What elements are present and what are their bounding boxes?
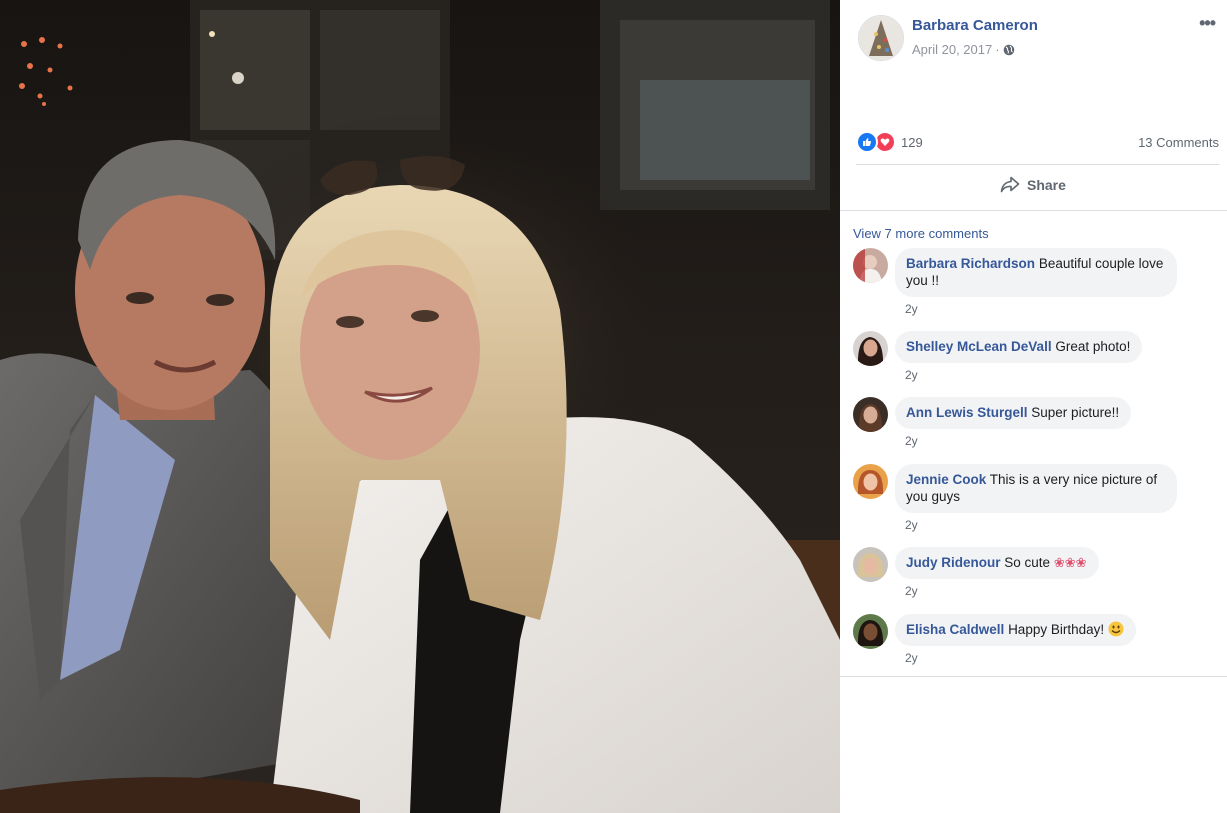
comment-text: So cute: [1004, 555, 1051, 570]
comment-timestamp[interactable]: 2y: [905, 584, 918, 598]
more-options-icon[interactable]: •••: [1199, 14, 1216, 32]
share-arrow-icon: [1000, 176, 1020, 193]
commenter-name[interactable]: Elisha Caldwell: [906, 622, 1004, 637]
commenter-avatar[interactable]: [853, 248, 888, 283]
commenter-avatar[interactable]: [853, 614, 888, 649]
commenter-avatar[interactable]: [853, 464, 888, 499]
post-date[interactable]: April 20, 2017: [912, 42, 992, 57]
commenter-avatar[interactable]: [853, 547, 888, 582]
comment-text: Happy Birthday!: [1008, 622, 1105, 637]
author-avatar[interactable]: [858, 15, 904, 61]
reaction-count[interactable]: 129: [901, 135, 923, 150]
comment-bubble: Barbara Richardson Beautiful couple love…: [895, 248, 1177, 297]
post-author-name[interactable]: Barbara Cameron: [912, 17, 1038, 34]
comments-count-link[interactable]: 13 Comments: [1138, 135, 1219, 150]
flower-emoji: ❀❀❀: [1053, 555, 1087, 570]
commenter-avatar[interactable]: [853, 397, 888, 432]
reactions-summary[interactable]: 129: [856, 131, 923, 153]
comment-text: Great photo!: [1055, 339, 1131, 354]
smile-emoji-icon: [1108, 621, 1124, 637]
divider: [856, 164, 1219, 165]
meta-separator: ·: [995, 42, 1000, 57]
comment-timestamp[interactable]: 2y: [905, 518, 918, 532]
comment-timestamp[interactable]: 2y: [905, 651, 918, 665]
commenter-name[interactable]: Jennie Cook: [906, 472, 986, 487]
comment-bubble: Jennie Cook This is a very nice picture …: [895, 464, 1177, 513]
view-more-comments-link[interactable]: View 7 more comments: [853, 226, 989, 241]
commenter-name[interactable]: Ann Lewis Sturgell: [906, 405, 1028, 420]
share-button[interactable]: Share: [1000, 176, 1066, 193]
commenter-avatar[interactable]: [853, 331, 888, 366]
comment-bubble: Ann Lewis Sturgell Super picture!!: [895, 397, 1132, 429]
divider: [840, 676, 1227, 677]
comment-bubble: Elisha Caldwell Happy Birthday!: [895, 614, 1136, 646]
divider: [840, 210, 1227, 211]
post-side-panel: Barbara Cameron April 20, 2017 · ••• 129…: [840, 0, 1227, 813]
commenter-name[interactable]: Barbara Richardson: [906, 256, 1035, 271]
comment-timestamp[interactable]: 2y: [905, 434, 918, 448]
post-meta: April 20, 2017 ·: [912, 42, 1015, 57]
post-photo[interactable]: [0, 0, 840, 813]
comment-bubble: Shelley McLean DeVall Great photo!: [895, 331, 1143, 363]
share-label: Share: [1027, 176, 1066, 193]
like-reaction-icon: [856, 131, 878, 153]
comment-timestamp[interactable]: 2y: [905, 368, 918, 382]
comment-bubble: Judy Ridenour So cute ❀❀❀: [895, 547, 1099, 579]
commenter-name[interactable]: Judy Ridenour: [906, 555, 1001, 570]
commenter-name[interactable]: Shelley McLean DeVall: [906, 339, 1052, 354]
comment-text: Super picture!!: [1031, 405, 1120, 420]
comment-timestamp[interactable]: 2y: [905, 302, 918, 316]
globe-icon[interactable]: [1003, 44, 1015, 56]
